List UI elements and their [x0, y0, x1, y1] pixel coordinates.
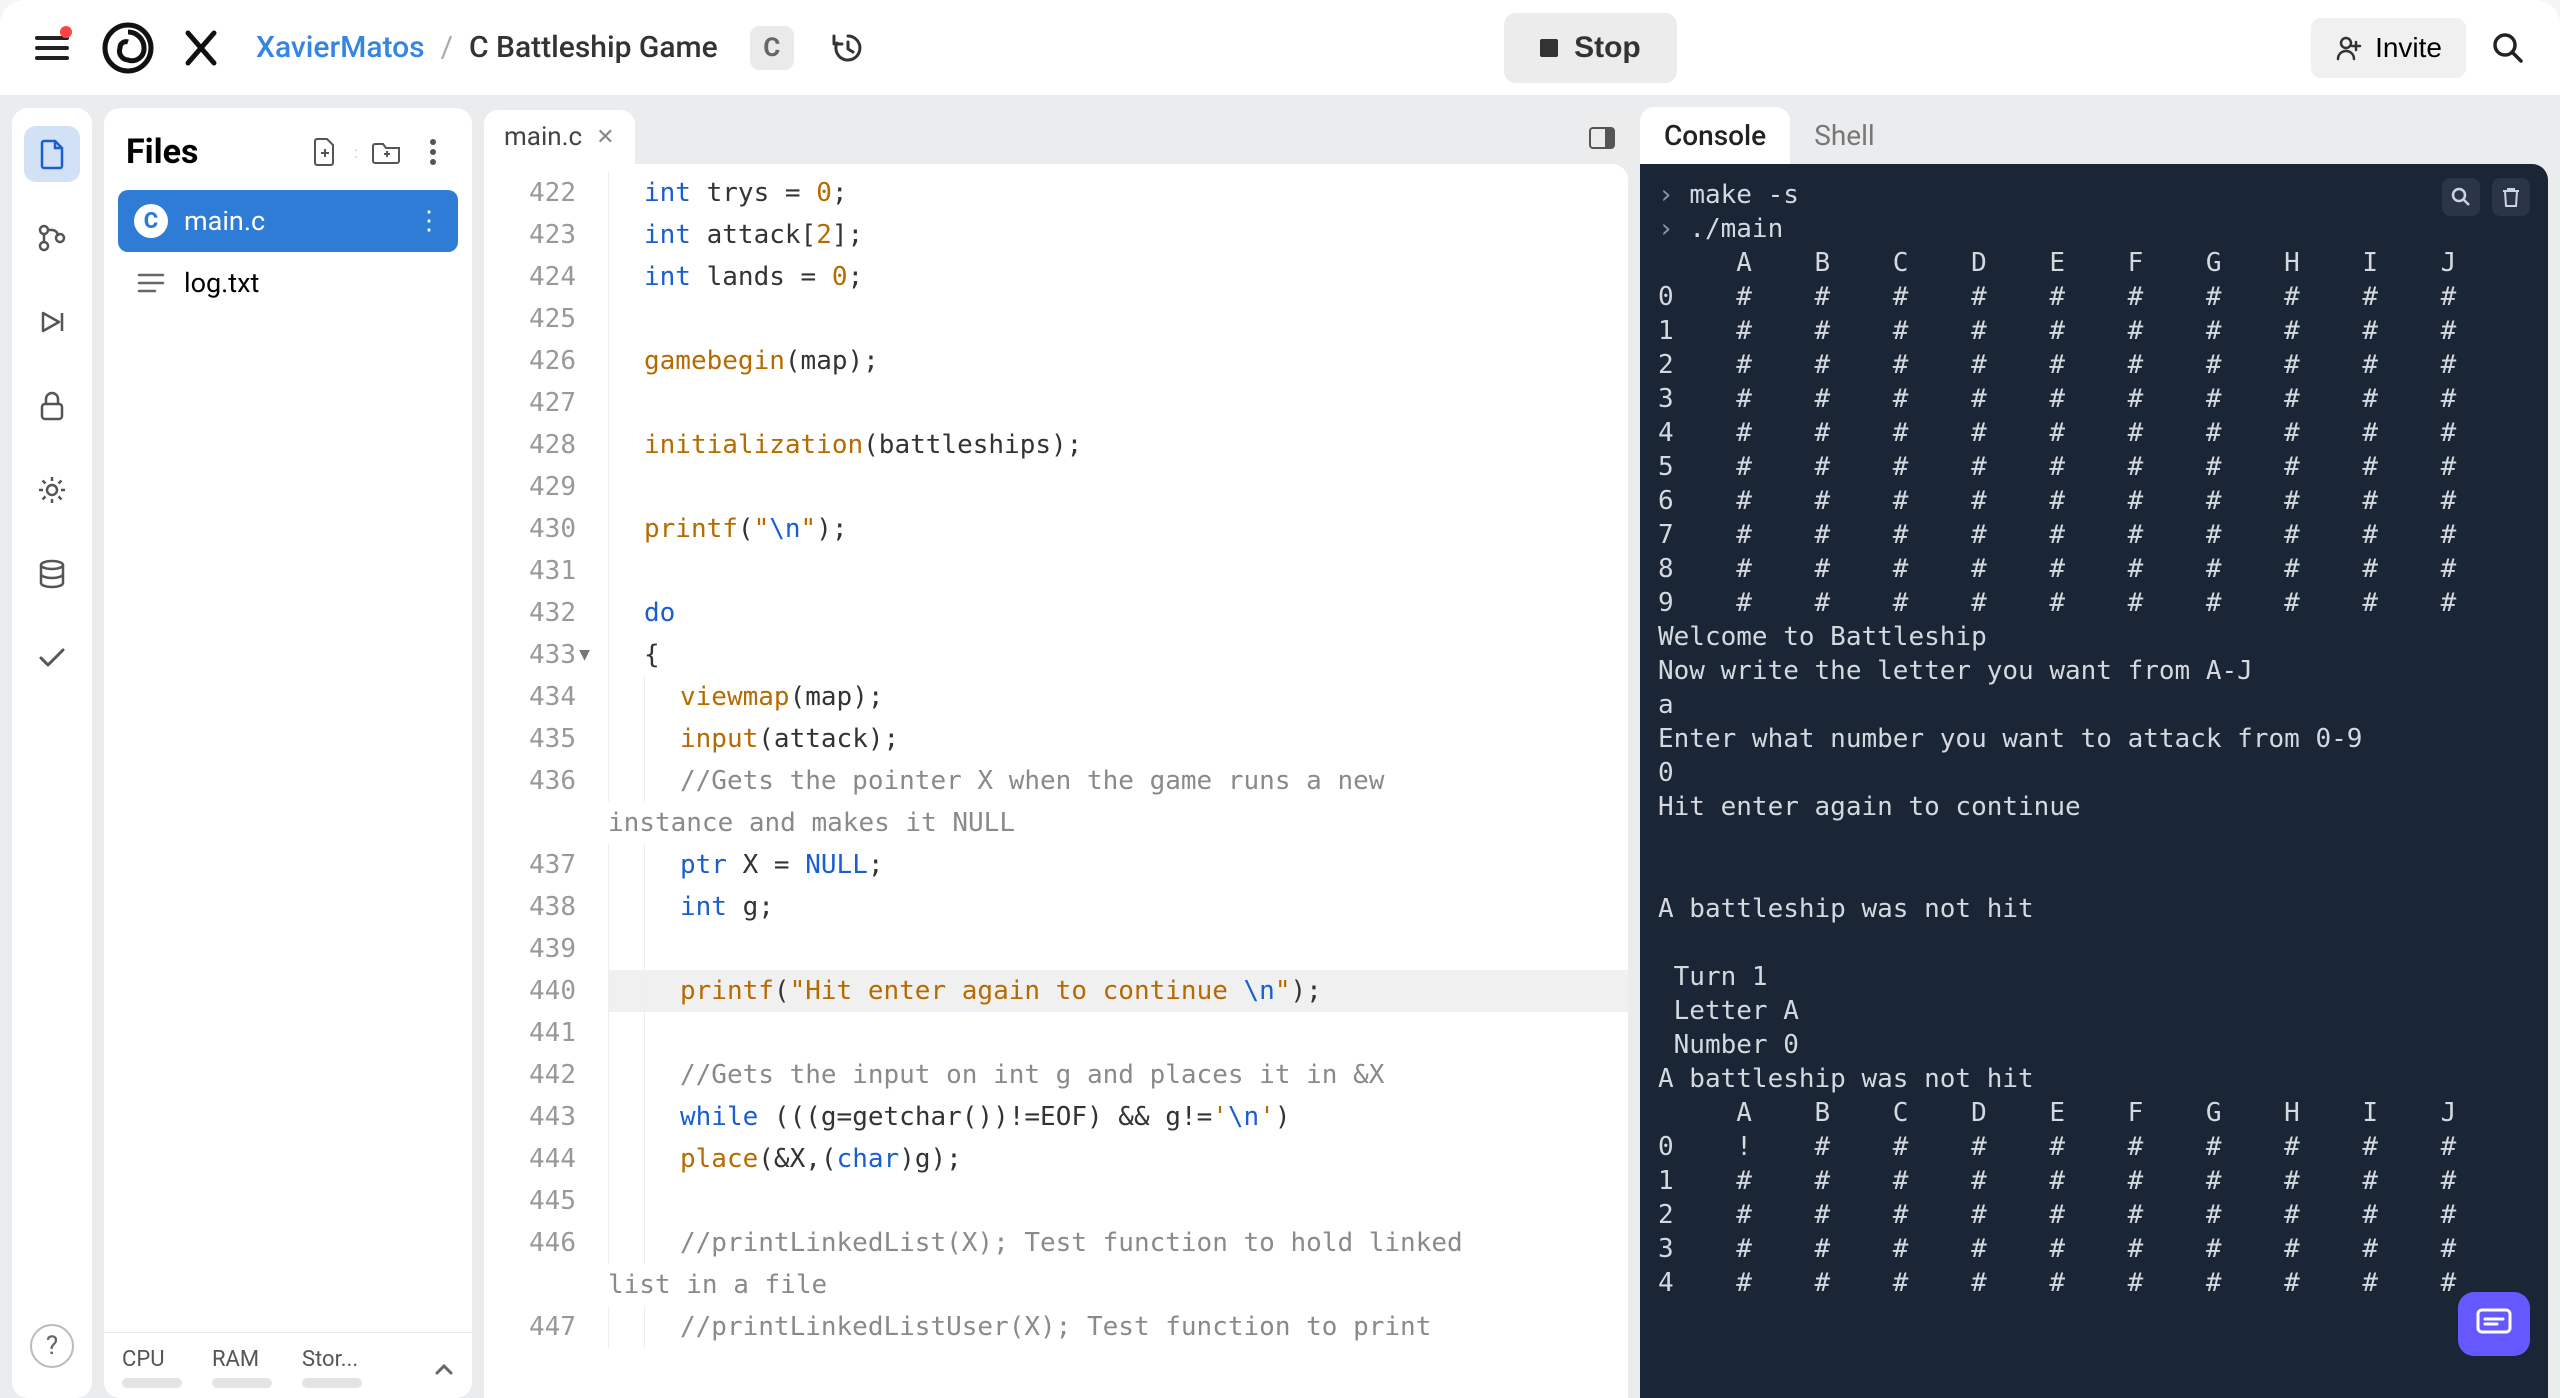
header-right: Invite [2311, 18, 2532, 78]
hamburger-menu[interactable] [28, 24, 76, 72]
stats-expand-button[interactable] [434, 1351, 454, 1384]
version-control-icon[interactable] [24, 210, 80, 266]
notification-dot-icon [60, 26, 72, 38]
c-file-icon: C [134, 204, 168, 238]
secrets-lock-icon[interactable] [24, 378, 80, 434]
console-output[interactable]: › make -s › ./main A B C D E F G H I J 0… [1640, 164, 2548, 1398]
file-list: Cmain.c ⋮ log.txt [104, 190, 472, 314]
close-tab-icon[interactable]: ✕ [596, 125, 614, 150]
tab-shell[interactable]: Shell [1790, 107, 1899, 164]
brand-x-icon[interactable] [182, 29, 220, 67]
toggle-panel-button[interactable] [1580, 116, 1624, 160]
code-editor[interactable]: 422423424425426427428429430431432433▼434… [484, 164, 1628, 1398]
invite-button[interactable]: Invite [2311, 18, 2466, 78]
breadcrumb-user-link[interactable]: XavierMatos [256, 30, 425, 65]
cpu-stat[interactable]: CPU [122, 1347, 182, 1388]
replit-logo-icon[interactable] [102, 22, 154, 74]
console-clear-button[interactable] [2492, 178, 2530, 216]
new-folder-button[interactable] [370, 135, 404, 169]
header: XavierMatos / C Battleship Game C Stop I… [0, 0, 2560, 96]
files-panel: Files : Cmain.c ⋮ log.txt CPU RAM Stor... [104, 108, 472, 1398]
files-more-button[interactable] [416, 135, 450, 169]
language-badge: C [750, 26, 794, 70]
tab-console[interactable]: Console [1640, 107, 1790, 164]
database-icon[interactable] [24, 546, 80, 602]
code-area[interactable]: int trys = 0;int attack[2];int lands = 0… [588, 164, 1628, 1398]
settings-gear-icon[interactable] [24, 462, 80, 518]
console-search-button[interactable] [2442, 178, 2480, 216]
stop-label: Stop [1574, 31, 1641, 65]
history-button[interactable] [826, 26, 870, 70]
editor-tab-label: main.c [504, 122, 582, 152]
breadcrumb: XavierMatos / C Battleship Game [256, 30, 718, 65]
file-name: log.txt [184, 267, 259, 299]
editor-tab-main-c[interactable]: main.c ✕ [484, 110, 635, 164]
files-nav-icon[interactable] [24, 126, 80, 182]
resource-stats: CPU RAM Stor... [104, 1332, 472, 1398]
stop-square-icon [1540, 39, 1558, 57]
breadcrumb-project[interactable]: C Battleship Game [469, 30, 718, 65]
ram-stat[interactable]: RAM [212, 1347, 272, 1388]
chat-bubble-button[interactable] [2458, 1292, 2530, 1356]
file-more-icon[interactable]: ⋮ [416, 206, 442, 236]
new-file-button[interactable] [308, 135, 342, 169]
invite-icon [2335, 34, 2363, 62]
storage-stat[interactable]: Stor... [302, 1347, 362, 1388]
file-item-main-c[interactable]: Cmain.c ⋮ [118, 190, 458, 252]
chat-icon [2476, 1308, 2512, 1340]
help-button[interactable]: ? [30, 1324, 74, 1368]
search-button[interactable] [2484, 24, 2532, 72]
console-tabstrip: Console Shell [1640, 108, 2548, 164]
files-header: Files : [104, 108, 472, 190]
main-area: ? Files : Cmain.c ⋮ log.txt CPU RAM [0, 96, 2560, 1398]
console-panel: Console Shell › make -s › ./main A B C D… [1640, 108, 2548, 1398]
breadcrumb-separator: / [441, 30, 453, 65]
text-file-icon [134, 266, 168, 300]
stop-button[interactable]: Stop [1504, 13, 1677, 83]
editor-tabstrip: main.c ✕ [484, 108, 1628, 164]
console-toolbar [2442, 178, 2530, 216]
debugger-icon[interactable] [24, 294, 80, 350]
search-icon [2491, 31, 2525, 65]
editor-panel: main.c ✕ 4224234244254264274284294304314… [484, 108, 1628, 1398]
file-name: main.c [184, 205, 265, 237]
header-center: Stop [890, 13, 2291, 83]
checkmark-icon[interactable] [24, 630, 80, 686]
activity-bar: ? [12, 108, 92, 1398]
file-item-log-txt[interactable]: log.txt [118, 252, 458, 314]
files-title: Files [126, 132, 296, 172]
line-gutter: 422423424425426427428429430431432433▼434… [484, 164, 588, 1398]
invite-label: Invite [2375, 32, 2442, 64]
